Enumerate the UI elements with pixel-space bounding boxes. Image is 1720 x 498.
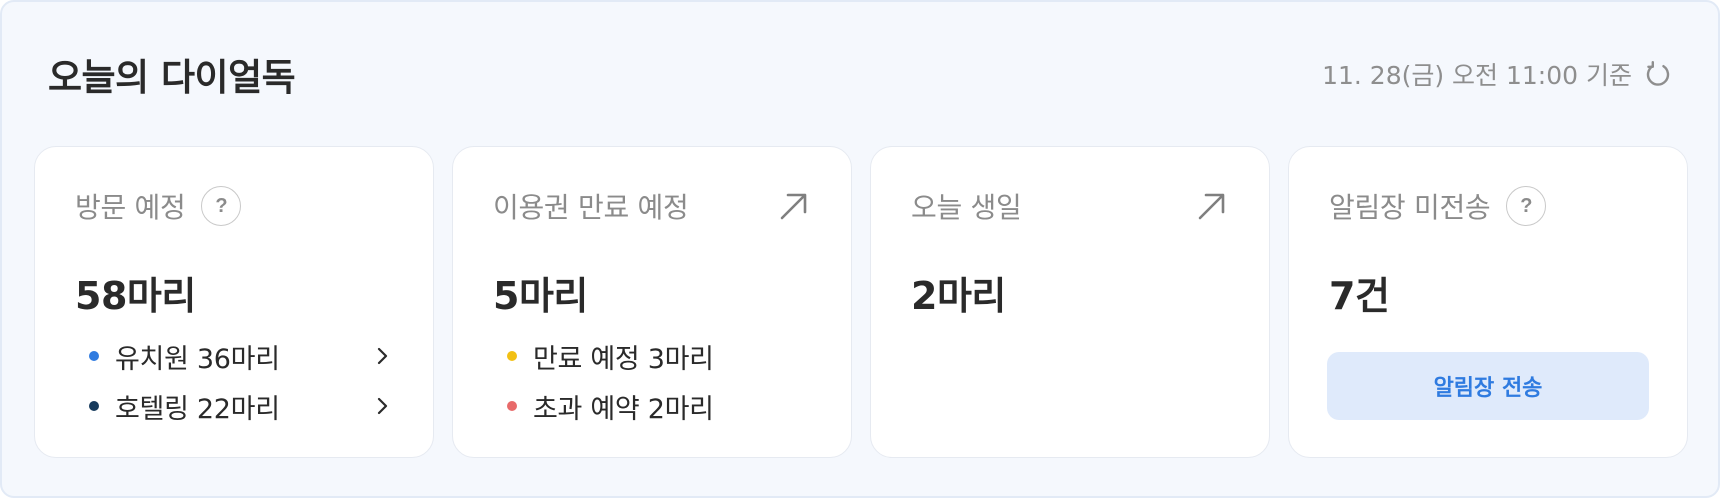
visits-title-wrap: 방문 예정 ? (75, 186, 242, 226)
page-title: 오늘의 다이얼독 (48, 56, 296, 99)
birthday-card-title: 오늘 생일 (911, 191, 1022, 224)
refresh-icon[interactable] (1644, 60, 1672, 88)
visits-count: 58마리 (75, 274, 196, 318)
visits-card: 방문 예정 ? 58마리 유치원 36마리 호텔링 22마리 (34, 146, 434, 458)
kindergarten-label: 유치원 36마리 (115, 343, 280, 375)
dashboard-header: 오늘의 다이얼독 11. 28(금) 오전 11:00 기준 (48, 46, 1672, 102)
pass-expiring-count: 5마리 (493, 274, 588, 318)
chevron-right-icon[interactable] (371, 395, 393, 417)
expiring-row: 만료 예정 3마리 (493, 331, 811, 381)
expiring-label: 만료 예정 3마리 (533, 343, 714, 375)
expiring-row-left: 만료 예정 3마리 (493, 337, 714, 376)
visits-card-title: 방문 예정 (75, 191, 186, 224)
chevron-right-icon[interactable] (371, 345, 393, 367)
arrow-up-right-icon[interactable] (777, 189, 811, 223)
help-icon[interactable]: ? (1506, 186, 1547, 226)
kindergarten-row[interactable]: 유치원 36마리 (75, 331, 393, 381)
alimtalk-card: 알림장 미전송 ? 7건 알림장 전송 (1288, 146, 1688, 458)
alimtalk-card-title: 알림장 미전송 (1329, 191, 1491, 224)
hoteling-label: 호텔링 22마리 (115, 393, 280, 425)
visits-card-header: 방문 예정 ? (75, 183, 393, 229)
help-icon[interactable]: ? (201, 186, 242, 226)
hoteling-row-left: 호텔링 22마리 (75, 387, 280, 426)
pass-expiring-card-header: 이용권 만료 예정 (493, 183, 811, 229)
visits-breakdown: 유치원 36마리 호텔링 22마리 (75, 331, 393, 431)
overbooked-row: 초과 예약 2마리 (493, 381, 811, 431)
birthday-card: 오늘 생일 2마리 (870, 146, 1270, 458)
expiring-dot (507, 351, 517, 361)
hoteling-row[interactable]: 호텔링 22마리 (75, 381, 393, 431)
send-alimtalk-button[interactable]: 알림장 전송 (1327, 352, 1649, 420)
alimtalk-title-wrap: 알림장 미전송 ? (1329, 186, 1547, 226)
alimtalk-count: 7건 (1329, 274, 1390, 318)
kindergarten-dot (89, 351, 99, 361)
arrow-up-right-icon[interactable] (1195, 189, 1229, 223)
birthday-card-header: 오늘 생일 (911, 183, 1229, 229)
summary-cards: 방문 예정 ? 58마리 유치원 36마리 호텔링 22마리 이용권 만료 예정… (34, 146, 1688, 458)
daily-dashboard-panel: 오늘의 다이얼독 11. 28(금) 오전 11:00 기준 방문 예정 ? 5… (0, 0, 1720, 498)
pass-expiring-breakdown: 만료 예정 3마리 초과 예약 2마리 (493, 331, 811, 431)
hoteling-dot (89, 401, 99, 411)
pass-expiring-card-title: 이용권 만료 예정 (493, 191, 689, 224)
overbooked-row-left: 초과 예약 2마리 (493, 387, 714, 426)
timestamp-text: 11. 28(금) 오전 11:00 기준 (1322, 61, 1632, 90)
alimtalk-card-header: 알림장 미전송 ? (1329, 183, 1647, 229)
kindergarten-row-left: 유치원 36마리 (75, 337, 280, 376)
overbooked-label: 초과 예약 2마리 (533, 393, 714, 425)
overbooked-dot (507, 401, 517, 411)
pass-expiring-card: 이용권 만료 예정 5마리 만료 예정 3마리 초과 예약 2마리 (452, 146, 852, 458)
birthday-count: 2마리 (911, 274, 1006, 318)
timestamp-area: 11. 28(금) 오전 11:00 기준 (1322, 56, 1672, 92)
